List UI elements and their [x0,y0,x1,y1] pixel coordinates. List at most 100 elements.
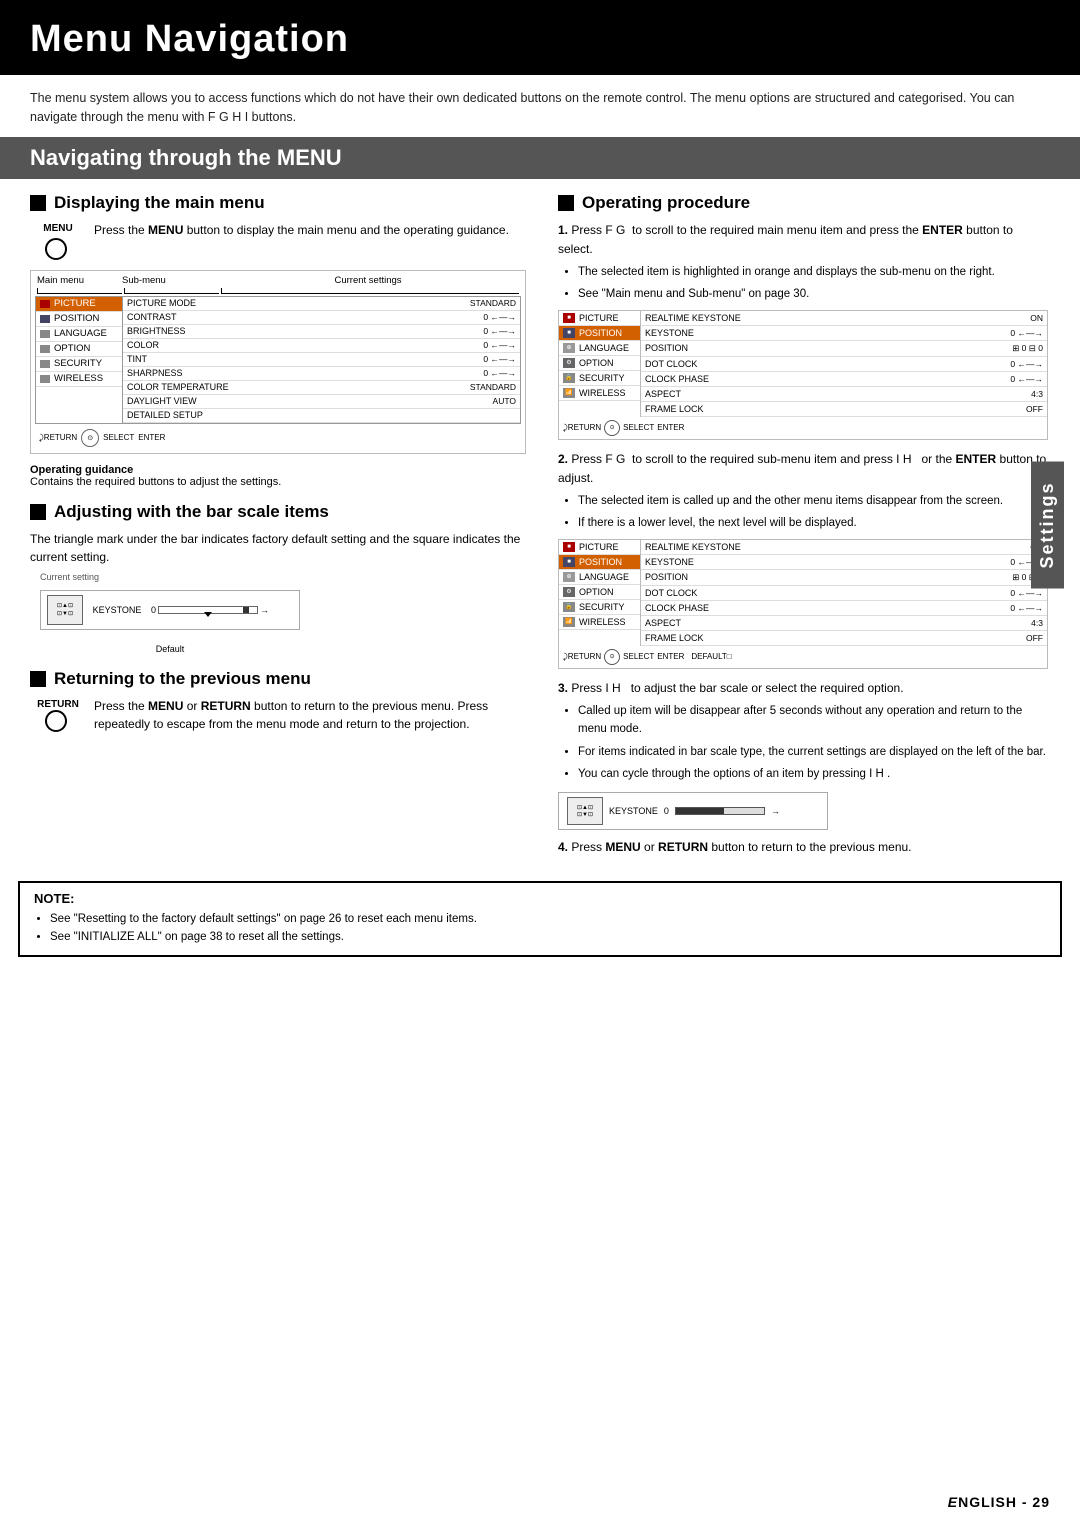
content-area: Displaying the main menu MENU Press the … [0,179,1080,871]
bar-arrow: → [260,605,269,615]
label-current: Current settings [217,275,519,286]
pdr-aspect-1: ASPECT4:3 [641,387,1047,402]
sub-row-color: COLOR0 ←—→ [123,339,520,353]
pdr2-realtime: REALTIME KEYSTONEON [641,540,1047,555]
black-square-4-icon [558,195,574,211]
return-button-icon [45,710,67,732]
pd-picture-1: ■PICTURE [559,311,640,326]
note-list: See "Resetting to the factory default se… [34,910,1046,947]
menu-item-security: SECURITY [36,357,122,372]
pdr-realtime: REALTIME KEYSTONEON [641,311,1047,326]
menu-item-picture: PICTURE [36,297,122,312]
menu-item-language: LANGUAGE [36,327,122,342]
displaying-section: Displaying the main menu MENU Press the … [30,193,526,488]
bar-line [158,606,258,614]
pdr2-aspect: ASPECT4:3 [641,616,1047,631]
bullet-3-3: You can cycle through the options of an … [578,765,1048,783]
language-icon [40,330,50,338]
bullet-3-1: Called up item will be disappear after 5… [578,702,1048,739]
position-icon [40,315,50,323]
return-icon-area: RETURN [30,699,86,732]
step-3-text: 3. Press I H to adjust the bar scale or … [558,679,1048,698]
pd-picture-2: ■PICTURE [559,540,640,555]
pd-wireless-1: 📶WIRELESS [559,386,640,401]
pdr2-keystone: KEYSTONE0 ←—→ [641,555,1047,570]
bar-scale-diagram-wrapper: Current setting ⊡▲⊡ ⊡▼⊡ KEYSTONE 0 → [40,572,300,654]
pd-language-2: ⊕LANGUAGE [559,570,640,585]
note-box: NOTE: See "Resetting to the factory defa… [18,881,1062,957]
op-title: Operating procedure [558,193,1048,213]
step1-left-menu: ■PICTURE ■POSITION ⊕LANGUAGE ⚙OPTION 🔒SE… [559,311,641,417]
default-mark [204,612,212,617]
pdr2-position: POSITION⊞ 0 ⊟ 0 [641,570,1047,586]
footer-text: E [948,1494,958,1510]
pdr2-dotclock: DOT CLOCK0 ←—→ [641,586,1047,601]
bullet-2-1: The selected item is called up and the o… [578,492,1048,510]
returning-section: Returning to the previous menu RETURN Pr… [30,669,526,733]
bracket-lines [35,288,521,294]
sub-row-brightness: BRIGHTNESS0 ←—→ [123,325,520,339]
default-label: Default [40,644,300,654]
note-item-1: See "Resetting to the factory default se… [50,910,1046,928]
step1-right-menu: REALTIME KEYSTONEON KEYSTONE0 ←—→ POSITI… [641,311,1047,417]
pd-security-1: 🔒SECURITY [559,371,640,386]
right-column: Operating procedure 1. Press F G to scro… [540,179,1062,871]
sub-row-tint: TINT0 ←—→ [123,353,520,367]
black-square-2-icon [30,504,46,520]
main-menu-list: PICTURE POSITION LANGUAGE OPTION [35,296,123,424]
keystone-icon: ⊡▲⊡ ⊡▼⊡ [47,595,83,625]
bullet-1-2: See "Main menu and Sub-menu" on page 30. [578,285,1048,303]
note-item-2: See "INITIALIZE ALL" on page 38 to reset… [50,928,1046,946]
step-4: 4. Press MENU or RETURN button to return… [558,838,1048,857]
side-tab: Settings [1031,461,1064,588]
return-icon-label: RETURN [37,699,79,710]
bullet-1-1: The selected item is highlighted in oran… [578,263,1048,281]
bar-value: 0 [151,605,156,615]
option-icon [40,345,50,353]
diagram-labels: Main menu Sub-menu Current settings [35,275,521,286]
page-footer: ENGLISH - 29 [948,1494,1050,1510]
returning-text: Press the MENU or RETURN button to retur… [94,697,526,733]
adjusting-text: The triangle mark under the bar indicate… [30,530,526,566]
note-title: NOTE: [34,891,1046,906]
step-3-bullets: Called up item will be disappear after 5… [558,702,1048,784]
menu-controls: ⤸RETURN ⊙ SELECT ENTER [35,427,521,449]
returning-content: RETURN Press the MENU or RETURN button t… [30,697,526,733]
pd-position-2: ■POSITION [559,555,640,570]
bar-track: 0 → [151,605,293,615]
sub-row-sharpness: SHARPNESS0 ←—→ [123,367,520,381]
ks-fill [676,808,724,814]
menu-item-option: OPTION [36,342,122,357]
step-2-bullets: The selected item is called up and the o… [558,492,1048,533]
step-2-text: 2. Press F G to scroll to the required s… [558,450,1048,488]
step1-diagram: ■PICTURE ■POSITION ⊕LANGUAGE ⚙OPTION 🔒SE… [558,310,1048,440]
menu-icon-label: MENU [43,223,72,234]
bullet-3-2: For items indicated in bar scale type, t… [578,743,1048,761]
step2-left-menu: ■PICTURE ■POSITION ⊕LANGUAGE ⚙OPTION 🔒SE… [559,540,641,646]
operating-guidance: Operating guidance Contains the required… [30,464,526,488]
sub-row-contrast: CONTRAST0 ←—→ [123,311,520,325]
black-square-3-icon [30,671,46,687]
pdr-dotclock-1: DOT CLOCK0 ←—→ [641,357,1047,372]
left-column: Displaying the main menu MENU Press the … [18,179,540,871]
bar-scale-diagram: ⊡▲⊡ ⊡▼⊡ KEYSTONE 0 → [40,590,300,630]
adjusting-section: Adjusting with the bar scale items The t… [30,502,526,655]
current-setting-label: Current setting [40,572,300,582]
step-1-bullets: The selected item is highlighted in oran… [558,263,1048,304]
section-header: Navigating through the MENU [0,137,1080,179]
pdr-clockphase-1: CLOCK PHASE0 ←—→ [641,372,1047,387]
pd-option-2: ⚙OPTION [559,585,640,600]
pdr2-framelock: FRAME LOCKOFF [641,631,1047,646]
step2-controls: ⤸RETURN ⊙ SELECT ENTER DEFAULT□ [559,646,1047,668]
section-title: Navigating through the MENU [30,145,1050,171]
black-square-icon [30,195,46,211]
label-sub: Sub-menu [122,275,217,286]
enter-label: ENTER [138,433,165,442]
select-label: SELECT [103,433,134,442]
step-2: 2. Press F G to scroll to the required s… [558,450,1048,533]
ks-bar [675,807,765,815]
picture-icon [40,300,50,308]
page-title: Menu Navigation [30,18,1050,61]
step2-ctrl-circle: ⊙ [604,649,620,665]
ks-label: KEYSTONE [609,806,658,816]
